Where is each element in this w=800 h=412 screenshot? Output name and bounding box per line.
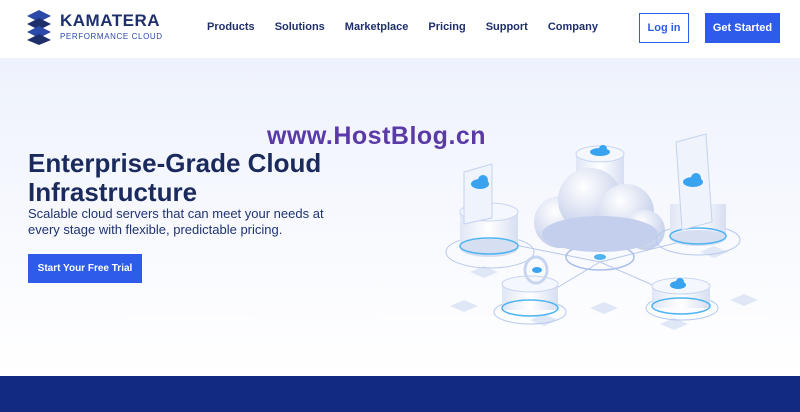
hero-title: Enterprise-Grade Cloud Infrastructure (28, 148, 322, 207)
nav-item-products[interactable]: Products (207, 21, 255, 33)
get-started-button[interactable]: Get Started (705, 13, 780, 43)
login-button[interactable]: Log in (639, 13, 689, 43)
watermark-text: www.HostBlog.cn (267, 122, 487, 150)
brand-logo[interactable]: KAMATERA PERFORMANCE CLOUD (26, 9, 163, 45)
free-trial-button[interactable]: Start Your Free Trial (28, 254, 142, 283)
site-header: KAMATERA PERFORMANCE CLOUD Products Solu… (0, 0, 800, 58)
brand-tagline: PERFORMANCE CLOUD (60, 32, 163, 41)
nav-item-support[interactable]: Support (486, 21, 528, 33)
main-nav: Products Solutions Marketplace Pricing S… (207, 21, 618, 33)
hero-subtitle: Scalable cloud servers that can meet you… (28, 206, 324, 237)
nav-item-pricing[interactable]: Pricing (428, 21, 465, 33)
brand-text: KAMATERA PERFORMANCE CLOUD (60, 12, 163, 42)
brand-name: KAMATERA (60, 11, 161, 30)
nav-item-marketplace[interactable]: Marketplace (345, 21, 409, 33)
section-band (0, 376, 800, 412)
nav-item-company[interactable]: Company (548, 21, 598, 33)
cloud-infrastructure-illustration (445, 133, 758, 330)
kamatera-logo-icon (27, 10, 51, 45)
nav-item-solutions[interactable]: Solutions (275, 21, 325, 33)
